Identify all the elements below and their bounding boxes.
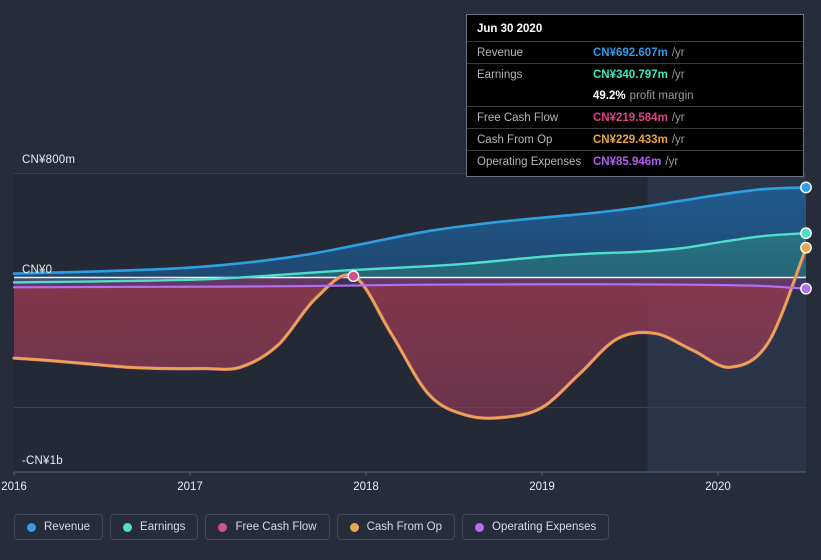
y-axis-label-bottom: -CN¥1b xyxy=(22,455,63,467)
chart-tooltip: Jun 30 2020 Revenue CN¥692.607m/yr Earning… xyxy=(466,14,804,177)
legend-item-label: Revenue xyxy=(44,521,91,533)
tooltip-row: Earnings CN¥340.797m/yr xyxy=(467,63,803,85)
legend-item-earnings[interactable]: Earnings xyxy=(110,514,199,540)
tooltip-row: Cash From Op CN¥229.433m/yr xyxy=(467,128,803,150)
tooltip-row: Free Cash Flow CN¥219.584m/yr xyxy=(467,106,803,128)
legend-item-label: Cash From Op xyxy=(366,521,443,533)
tooltip-row-label: Cash From Op xyxy=(477,133,553,146)
earnings-end-marker xyxy=(800,227,812,240)
legend-color-dot-icon xyxy=(218,522,228,532)
legend-color-dot-icon xyxy=(475,522,485,532)
legend-color-dot-icon xyxy=(123,522,133,532)
x-axis-label: 2017 xyxy=(177,481,203,493)
tooltip-row-unit: profit margin xyxy=(629,89,694,102)
legend-item-label: Operating Expenses xyxy=(492,521,597,533)
tooltip-row-value: CN¥692.607m xyxy=(593,46,668,59)
financial-chart-panel: CN¥800m CN¥0 -CN¥1b 2016 2017 2018 2019 2020… xyxy=(0,0,821,560)
tooltip-row-label: Earnings xyxy=(477,68,523,81)
tooltip-row-value: 49.2% xyxy=(593,89,626,102)
revenue-end-marker xyxy=(800,181,812,194)
chart-legend[interactable]: Revenue Earnings Free Cash Flow Cash From O… xyxy=(14,514,610,540)
legend-item-revenue[interactable]: Revenue xyxy=(14,514,104,540)
tooltip-row-unit: /yr xyxy=(671,68,685,81)
operating-expenses-end-marker xyxy=(800,282,812,295)
y-axis-label-zero: CN¥0 xyxy=(22,264,53,276)
tooltip-row-value: CN¥85.946m xyxy=(593,155,662,168)
tooltip-row-unit: /yr xyxy=(665,155,679,168)
tooltip-row: Operating Expenses CN¥85.946m/yr xyxy=(467,150,803,172)
tooltip-row-unit: /yr xyxy=(671,133,685,146)
tooltip-row-value: CN¥229.433m xyxy=(593,133,668,146)
tooltip-row: Revenue CN¥692.607m/yr xyxy=(467,41,803,63)
x-axis-label: 2019 xyxy=(529,481,555,493)
tooltip-row-label: Free Cash Flow xyxy=(477,111,559,124)
tooltip-row-value: CN¥340.797m xyxy=(593,68,668,81)
x-axis-label: 2018 xyxy=(353,481,379,493)
tooltip-row-label: Revenue xyxy=(477,46,524,59)
y-axis-label-top: CN¥800m xyxy=(22,154,76,166)
x-axis-label: 2020 xyxy=(705,481,731,493)
legend-item-operating-expenses[interactable]: Operating Expenses xyxy=(462,514,610,540)
legend-item-cash-from-op[interactable]: Cash From Op xyxy=(336,514,456,540)
legend-item-label: Free Cash Flow xyxy=(235,521,317,533)
tooltip-row-unit: /yr xyxy=(671,46,685,59)
free-cash-flow-peak-marker xyxy=(347,270,360,283)
legend-item-free-cash-flow[interactable]: Free Cash Flow xyxy=(205,514,330,540)
tooltip-row-label: Operating Expenses xyxy=(477,155,582,168)
tooltip-row: 49.2% profit margin xyxy=(467,85,803,106)
x-axis-label: 2016 xyxy=(1,481,27,493)
tooltip-date: Jun 30 2020 xyxy=(477,23,543,35)
legend-item-label: Earnings xyxy=(140,521,186,533)
tooltip-rows: Revenue CN¥692.607m/yr Earnings CN¥340.797m… xyxy=(467,41,803,172)
tooltip-row-unit: /yr xyxy=(671,111,685,124)
legend-color-dot-icon xyxy=(27,522,36,532)
cash-from-op-end-marker xyxy=(800,241,812,254)
legend-color-dot-icon xyxy=(349,522,359,532)
tooltip-row-value: CN¥219.584m xyxy=(593,111,668,124)
